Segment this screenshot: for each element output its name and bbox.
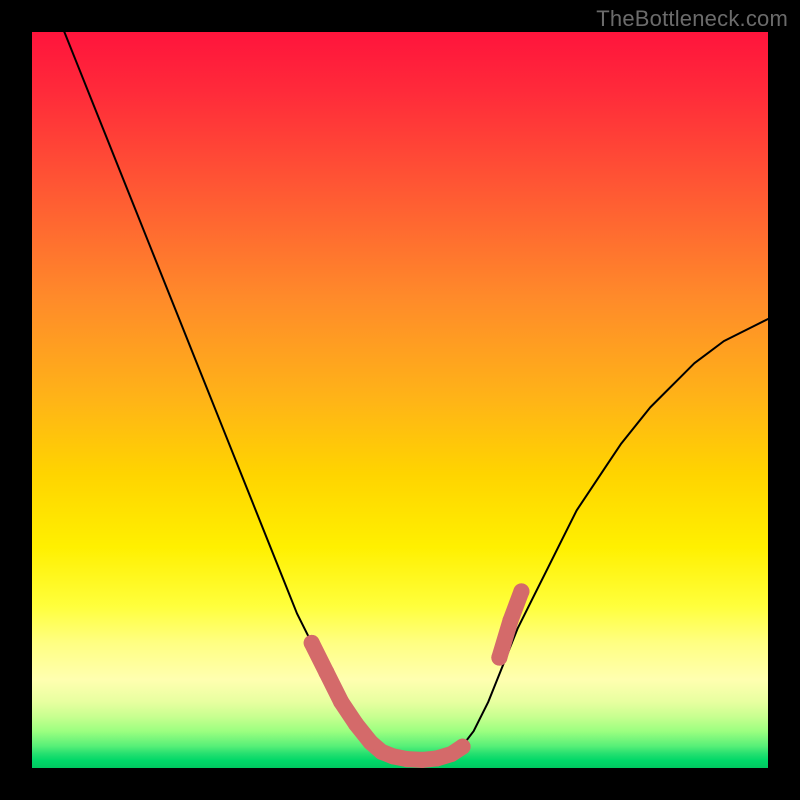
marker-dot — [304, 635, 320, 651]
marker-dot — [429, 750, 445, 766]
bottleneck-chart — [32, 32, 768, 768]
marker-dot — [491, 650, 507, 666]
chart-frame: TheBottleneck.com — [0, 0, 800, 800]
marker-dot — [318, 664, 334, 680]
curve-path — [32, 32, 768, 761]
marker-dot — [455, 739, 471, 755]
marker-dot — [385, 748, 401, 764]
watermark-text: TheBottleneck.com — [596, 6, 788, 32]
marker-dot — [414, 752, 430, 768]
plot-area — [32, 32, 768, 768]
marker-dot — [348, 716, 364, 732]
marker-dot — [502, 613, 518, 629]
marker-dot — [399, 751, 415, 767]
marker-dot — [333, 694, 349, 710]
marker-dot — [513, 583, 529, 599]
